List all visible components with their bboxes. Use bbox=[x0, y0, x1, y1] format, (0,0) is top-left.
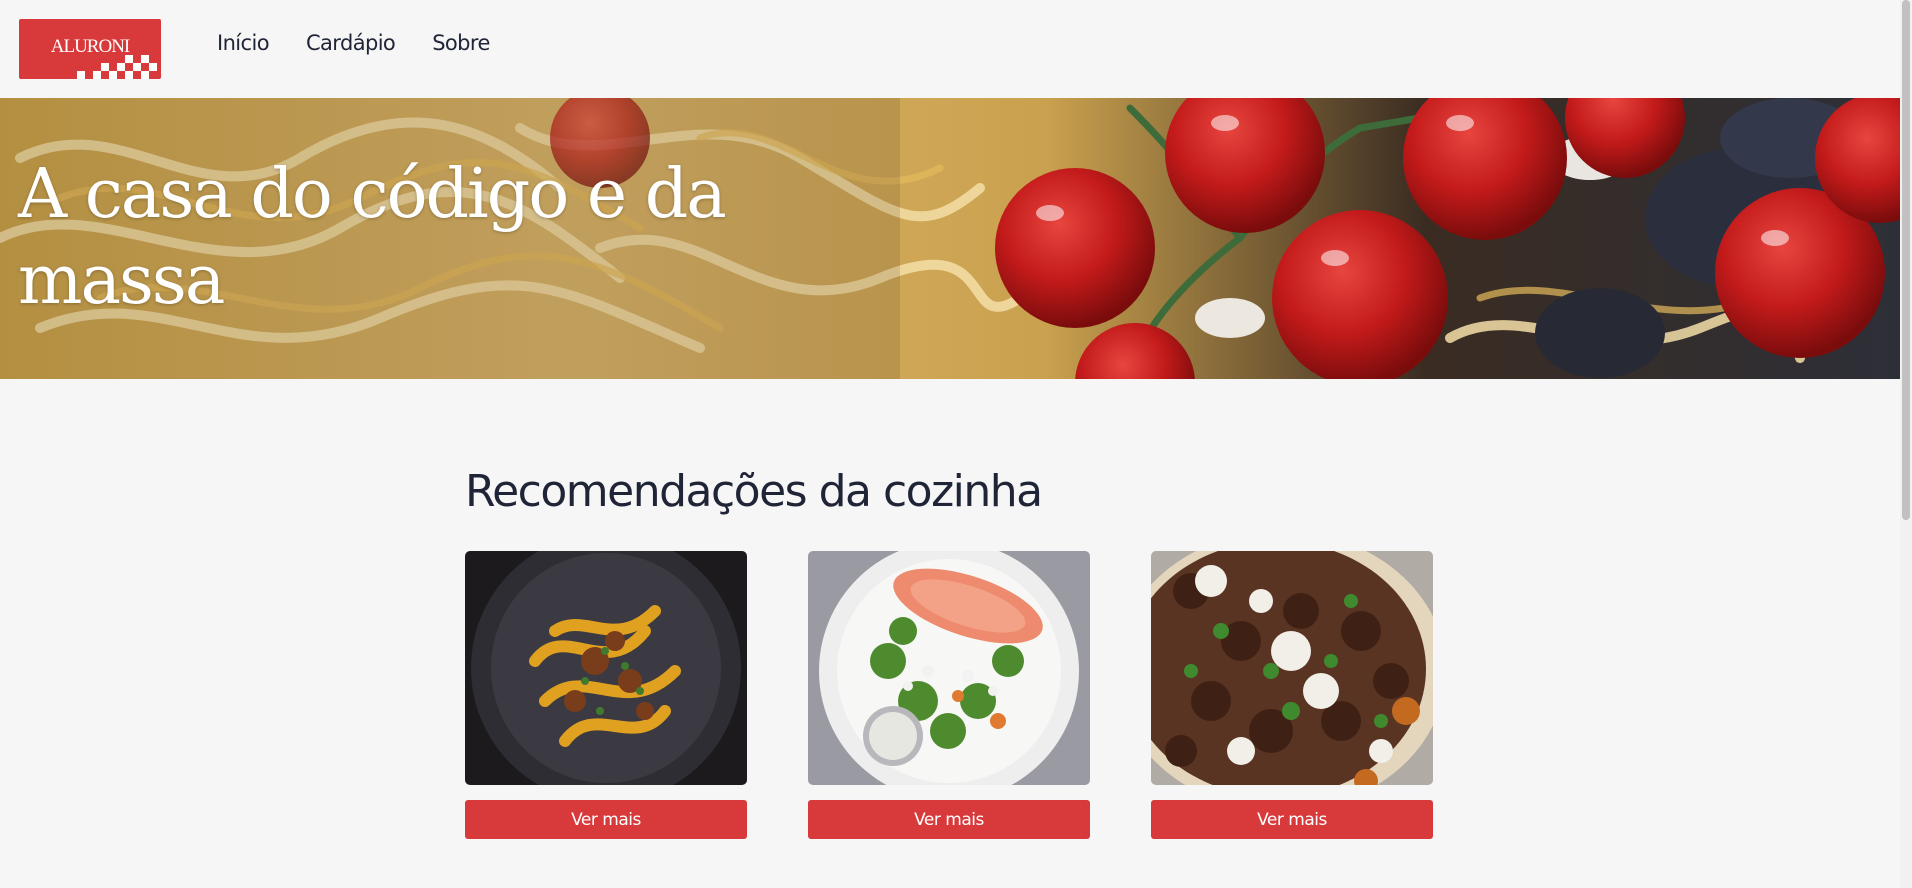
meatballs-dish-image bbox=[1151, 551, 1433, 785]
ver-mais-button[interactable]: Ver mais bbox=[1151, 800, 1433, 839]
tagliatelle-bolognese-image bbox=[465, 551, 747, 785]
nav-item-cardapio[interactable]: Cardápio bbox=[306, 31, 396, 55]
salmon-salad-image bbox=[808, 551, 1090, 785]
scrollbar-thumb[interactable] bbox=[1902, 0, 1910, 520]
hero-banner: A casa do código e da massa bbox=[0, 98, 1900, 379]
ver-mais-button[interactable]: Ver mais bbox=[465, 800, 747, 839]
scrollbar[interactable] bbox=[1900, 0, 1912, 888]
nav-item-inicio[interactable]: Início bbox=[217, 31, 270, 55]
hero-title: A casa do código e da massa bbox=[18, 155, 727, 320]
recommendations-title: Recomendações da cozinha bbox=[465, 466, 1043, 517]
logo-text: ALURONI bbox=[50, 36, 131, 57]
recommendation-card: Ver mais bbox=[465, 551, 747, 839]
site-header: ALURONI Início Cardápio Sobre bbox=[0, 0, 1900, 98]
recommendation-card: Ver mais bbox=[1151, 551, 1433, 839]
ver-mais-button[interactable]: Ver mais bbox=[808, 800, 1090, 839]
recommendation-card: Ver mais bbox=[808, 551, 1090, 839]
nav-item-sobre[interactable]: Sobre bbox=[432, 31, 490, 55]
main-nav: Início Cardápio Sobre bbox=[217, 31, 490, 55]
logo[interactable]: ALURONI bbox=[19, 19, 161, 79]
